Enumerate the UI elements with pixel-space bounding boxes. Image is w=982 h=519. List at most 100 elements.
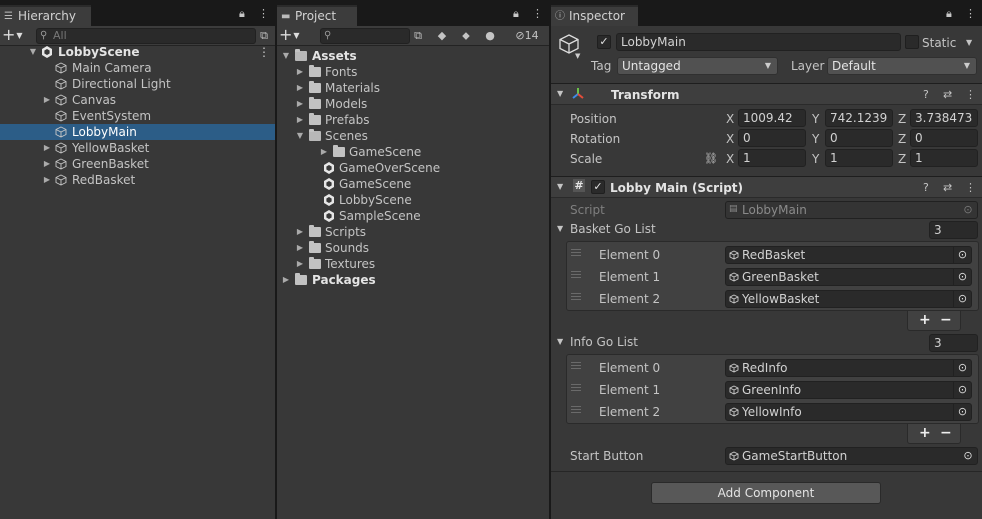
position-y-field[interactable]: 742.1239 bbox=[825, 109, 893, 127]
folder-item[interactable]: ▶ Models bbox=[277, 96, 549, 112]
expand-arrow-icon[interactable]: ▼ bbox=[28, 44, 38, 60]
folder-item[interactable]: ▶ Textures bbox=[277, 256, 549, 272]
scale-x-field[interactable]: 1 bbox=[738, 149, 806, 167]
scene-asset-item[interactable]: GameScene bbox=[277, 176, 549, 192]
lock-icon[interactable]: 🔒︎ bbox=[239, 7, 245, 21]
scene-visibility-icon[interactable]: ⧉ bbox=[255, 28, 273, 44]
help-icon[interactable]: ? bbox=[923, 88, 929, 101]
hierarchy-item[interactable]: EventSystem bbox=[0, 108, 275, 124]
scene-menu-icon[interactable]: ⋮ bbox=[258, 44, 270, 60]
static-checkbox[interactable] bbox=[905, 35, 919, 49]
scene-row[interactable]: ▼ LobbyScene ⋮ bbox=[0, 44, 275, 60]
add-element-button[interactable]: + bbox=[919, 311, 931, 329]
foldout-arrow-icon[interactable]: ▼ bbox=[557, 334, 563, 350]
active-checkbox[interactable]: ✓ bbox=[597, 35, 611, 49]
icon-dropdown-arrow[interactable]: ▼ bbox=[575, 52, 580, 60]
collapsed-arrow-icon[interactable]: ▶ bbox=[281, 272, 291, 288]
kebab-menu-icon[interactable]: ⋮ bbox=[532, 7, 543, 21]
scene-asset-item[interactable]: LobbyScene bbox=[277, 192, 549, 208]
component-menu-icon[interactable]: ⋮ bbox=[965, 88, 976, 101]
preset-icon[interactable]: ⇄ bbox=[943, 181, 952, 194]
add-component-button[interactable]: Add Component bbox=[651, 482, 881, 504]
expand-arrow-icon[interactable]: ▼ bbox=[281, 48, 291, 64]
rotation-z-field[interactable]: 0 bbox=[910, 129, 978, 147]
collapsed-arrow-icon[interactable]: ▶ bbox=[295, 80, 305, 96]
drag-handle-icon[interactable] bbox=[571, 271, 581, 278]
collapsed-arrow-icon[interactable]: ▶ bbox=[295, 240, 305, 256]
folder-item[interactable]: ▶ Sounds bbox=[277, 240, 549, 256]
tag-icon[interactable]: ⬥ bbox=[457, 28, 475, 44]
add-element-button[interactable]: + bbox=[919, 424, 931, 442]
help-icon[interactable]: ? bbox=[923, 181, 929, 194]
basket-object-field[interactable]: YellowBasket ⊙ bbox=[725, 290, 972, 308]
basket-object-field[interactable]: GreenBasket ⊙ bbox=[725, 268, 972, 286]
scene-asset-item[interactable]: GameOverScene bbox=[277, 160, 549, 176]
preset-icon[interactable]: ⇄ bbox=[943, 88, 952, 101]
collapsed-arrow-icon[interactable]: ▶ bbox=[295, 224, 305, 240]
tag-dropdown[interactable]: Untagged ▼ bbox=[617, 57, 778, 75]
drag-handle-icon[interactable] bbox=[571, 293, 581, 300]
folder-item[interactable]: ▶ GameScene bbox=[277, 144, 549, 160]
collapsed-arrow-icon[interactable]: ▶ bbox=[42, 156, 52, 172]
assets-row[interactable]: ▼ Assets bbox=[277, 48, 549, 64]
collapsed-arrow-icon[interactable]: ▶ bbox=[42, 140, 52, 156]
rotation-x-field[interactable]: 0 bbox=[738, 129, 806, 147]
hierarchy-item[interactable]: ▶ YellowBasket bbox=[0, 140, 275, 156]
object-picker-icon[interactable]: ⊙ bbox=[953, 360, 971, 376]
transform-header[interactable]: ▼ Transform ? ⇄ ⋮ bbox=[551, 83, 982, 105]
object-picker-icon[interactable]: ⊙ bbox=[953, 269, 971, 285]
project-search-input[interactable]: ⚲ bbox=[320, 28, 410, 44]
hierarchy-item[interactable]: LobbyMain bbox=[0, 124, 275, 140]
collapsed-arrow-icon[interactable]: ▶ bbox=[295, 96, 305, 112]
object-picker-icon[interactable]: ⊙ bbox=[953, 404, 971, 420]
rotation-y-field[interactable]: 0 bbox=[825, 129, 893, 147]
drag-handle-icon[interactable] bbox=[571, 384, 581, 391]
position-x-field[interactable]: 1009.42 bbox=[738, 109, 806, 127]
layer-dropdown[interactable]: Default ▼ bbox=[827, 57, 977, 75]
hierarchy-item[interactable]: ▶ Canvas bbox=[0, 92, 275, 108]
lock-icon[interactable]: 🔒︎ bbox=[513, 7, 519, 21]
basket-list-size-field[interactable]: 3 bbox=[929, 221, 978, 239]
component-menu-icon[interactable]: ⋮ bbox=[965, 181, 976, 194]
drag-handle-icon[interactable] bbox=[571, 249, 581, 256]
tab-inspector[interactable]: ⓘ Inspector bbox=[551, 5, 638, 26]
collapsed-arrow-icon[interactable]: ▶ bbox=[295, 112, 305, 128]
hierarchy-item[interactable]: Directional Light bbox=[0, 76, 275, 92]
info-list-size-field[interactable]: 3 bbox=[929, 334, 978, 352]
info-object-field[interactable]: RedInfo ⊙ bbox=[725, 359, 972, 377]
drag-handle-icon[interactable] bbox=[571, 362, 581, 369]
search-by-type-icon[interactable]: ⧉ bbox=[409, 28, 427, 44]
foldout-arrow-icon[interactable]: ▼ bbox=[557, 86, 563, 102]
drag-handle-icon[interactable] bbox=[571, 406, 581, 413]
hidden-packages-toggle[interactable]: ⊘14 bbox=[507, 28, 547, 44]
remove-element-button[interactable]: − bbox=[940, 424, 952, 442]
hierarchy-item[interactable]: Main Camera bbox=[0, 60, 275, 76]
static-dropdown-icon[interactable]: ▼ bbox=[966, 35, 972, 51]
object-picker-icon[interactable]: ⊙ bbox=[953, 247, 971, 263]
object-name-field[interactable]: LobbyMain bbox=[616, 33, 901, 51]
constrain-proportions-icon[interactable]: ⛓ bbox=[704, 151, 718, 167]
search-by-label-icon[interactable]: ◆ bbox=[433, 28, 451, 44]
object-picker-icon[interactable]: ⊙ bbox=[953, 382, 971, 398]
tab-project[interactable]: ▬ Project bbox=[277, 5, 357, 26]
basket-object-field[interactable]: RedBasket ⊙ bbox=[725, 246, 972, 264]
component-enabled-checkbox[interactable]: ✓ bbox=[591, 180, 605, 194]
packages-row[interactable]: ▶ Packages bbox=[277, 272, 549, 288]
object-picker-icon[interactable]: ⊙ bbox=[959, 448, 977, 464]
folder-item[interactable]: ▼ Scenes bbox=[277, 128, 549, 144]
collapsed-arrow-icon[interactable]: ▶ bbox=[42, 172, 52, 188]
scale-y-field[interactable]: 1 bbox=[825, 149, 893, 167]
script-component-header[interactable]: ▼ # ✓ Lobby Main (Script) ? ⇄ ⋮ bbox=[551, 176, 982, 198]
collapsed-arrow-icon[interactable]: ▶ bbox=[319, 144, 329, 160]
object-picker-icon[interactable]: ⊙ bbox=[953, 291, 971, 307]
foldout-arrow-icon[interactable]: ▼ bbox=[557, 179, 563, 195]
warning-icon[interactable]: ● bbox=[481, 28, 499, 44]
collapsed-arrow-icon[interactable]: ▶ bbox=[295, 256, 305, 272]
info-object-field[interactable]: YellowInfo ⊙ bbox=[725, 403, 972, 421]
folder-item[interactable]: ▶ Fonts bbox=[277, 64, 549, 80]
foldout-arrow-icon[interactable]: ▼ bbox=[557, 221, 563, 237]
scale-z-field[interactable]: 1 bbox=[910, 149, 978, 167]
hierarchy-item[interactable]: ▶ GreenBasket bbox=[0, 156, 275, 172]
tab-hierarchy[interactable]: ☰ Hierarchy bbox=[0, 5, 91, 26]
kebab-menu-icon[interactable]: ⋮ bbox=[258, 7, 269, 21]
